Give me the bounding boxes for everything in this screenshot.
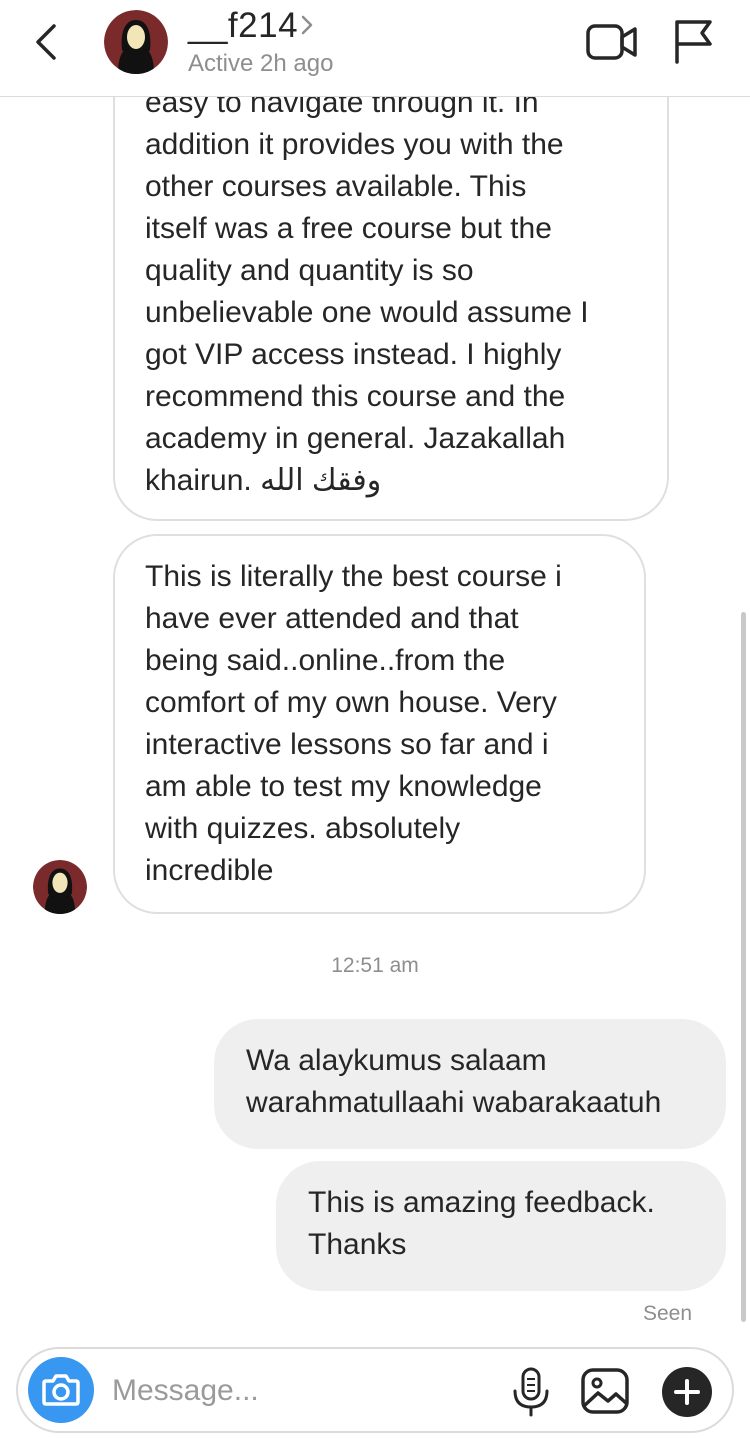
message-text: Wa alaykumus salaam warahmatullaahi waba…: [246, 1044, 662, 1119]
plus-icon: [674, 1379, 700, 1405]
message-text: easy to navigate through it. In addition…: [145, 86, 589, 497]
gallery-button[interactable]: [580, 1367, 630, 1415]
camera-icon: [42, 1374, 80, 1406]
outgoing-message[interactable]: Wa alaykumus salaam warahmatullaahi waba…: [214, 1019, 726, 1149]
video-call-button[interactable]: [586, 22, 638, 62]
message-composer: [16, 1347, 734, 1433]
scrollbar[interactable]: [741, 612, 746, 1322]
camera-button[interactable]: [28, 1357, 94, 1423]
message-timestamp: 12:51 am: [331, 954, 419, 977]
back-button[interactable]: [26, 20, 70, 64]
chevron-left-icon: [36, 24, 56, 60]
more-options-button[interactable]: [662, 1367, 712, 1417]
microphone-icon: [513, 1367, 549, 1417]
header-avatar[interactable]: [104, 10, 168, 74]
avatar-icon: [33, 860, 87, 914]
message-text: This is amazing feedback. Thanks: [308, 1186, 655, 1261]
avatar-icon: [104, 10, 168, 74]
voice-message-button[interactable]: [510, 1367, 552, 1417]
chevron-right-icon: [301, 15, 313, 35]
sender-avatar[interactable]: [33, 860, 87, 914]
message-text: This is literally the best course i have…: [145, 560, 562, 887]
chat-header: __f214 Active 2h ago: [0, 0, 750, 97]
flag-icon: [675, 20, 712, 64]
message-input[interactable]: [112, 1363, 492, 1419]
video-camera-icon: [586, 24, 637, 60]
dm-thread-screen: easy to navigate through it. In addition…: [0, 0, 750, 1438]
report-button[interactable]: [672, 18, 714, 64]
image-icon: [581, 1368, 629, 1414]
active-status: Active 2h ago: [188, 50, 334, 77]
incoming-message[interactable]: easy to navigate through it. In addition…: [113, 40, 669, 521]
seen-indicator: Seen: [642, 1302, 692, 1325]
chat-username[interactable]: __f214: [188, 6, 298, 46]
incoming-message[interactable]: This is literally the best course i have…: [113, 534, 646, 914]
outgoing-message[interactable]: This is amazing feedback. Thanks: [276, 1161, 726, 1291]
